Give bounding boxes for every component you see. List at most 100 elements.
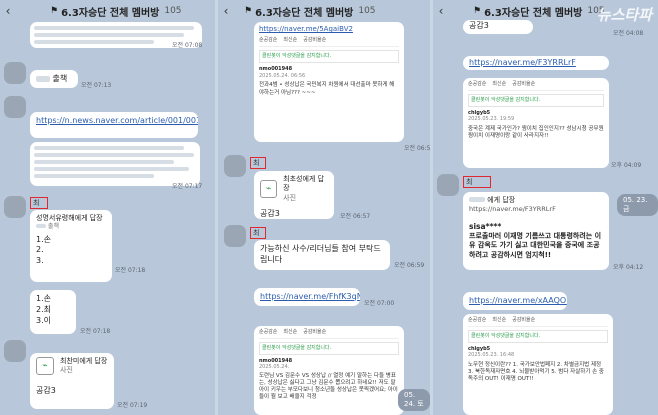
card-banner: 클린봇이 악성댓글을 감지합니다. — [468, 329, 608, 343]
message-time: 오전 06:59 — [394, 262, 425, 269]
message-bubble[interactable]: https://naver.me/F3YRRLrF — [463, 56, 609, 70]
back-icon[interactable]: ‹ — [433, 4, 449, 18]
reply-subtitle: 사진 — [283, 193, 297, 202]
message-bubble[interactable]: https://n.news.naver.com/article/001/001… — [30, 112, 198, 138]
photo-icon: ⌁ — [260, 180, 278, 199]
news-link[interactable]: https://n.news.naver.com/article/001/001… — [36, 116, 198, 125]
chat-panel-2: ‹ ⚑ 6.3자승단 전체 멤버방 105 https://naver.me/5… — [218, 0, 430, 415]
card-tab: 최신순 — [283, 329, 298, 335]
sender-name: 최 — [250, 157, 266, 169]
message-bubble[interactable]: 1.손 2.최 3.이 — [30, 290, 76, 334]
blurred-text — [34, 160, 174, 164]
message-text: 출책 — [52, 74, 68, 83]
message-time: 오전 07:13 — [81, 82, 112, 89]
shared-link-card[interactable]: 순공감순 최신순 공감비율순 클린봇이 악성댓글을 감지합니다. chlgyb5… — [463, 314, 613, 415]
comment-user: sisa**** — [469, 222, 502, 232]
message-line: 3.이 — [36, 315, 51, 325]
blurred-text — [36, 75, 50, 82]
back-icon[interactable]: ‹ — [218, 4, 234, 18]
card-tab: 공감비율순 — [303, 37, 327, 44]
blurred-text — [34, 146, 184, 150]
flag-icon: ⚑ — [50, 6, 59, 16]
reply-bubble[interactable]: 에게 답장 https://naver.me/F3YRRLrF sisa****… — [463, 192, 609, 270]
reply-bubble[interactable]: 성명서유령해에게 답장 출책 1.손 2. 3. — [30, 210, 112, 282]
avatar-icon — [224, 225, 246, 247]
card-tab: 순공감순 — [259, 329, 278, 335]
message-line: 2.최 — [36, 304, 51, 314]
avatar-icon — [224, 155, 246, 177]
card-tab: 순공감순 — [468, 81, 487, 87]
link[interactable]: https://naver.me/FhfK3qN3 — [260, 292, 360, 301]
link[interactable]: https://naver.me/xAAQO7J0 — [469, 296, 567, 305]
message-time: 오전 07:17 — [172, 183, 203, 190]
flag-icon: ⚑ — [473, 6, 482, 16]
message-line: 1.손 — [36, 294, 51, 303]
chat-title: 6.3자승단 전체 멤버방 — [61, 7, 160, 19]
sender-name: 최 — [250, 227, 266, 239]
message-time: 오전 06:56 — [404, 145, 430, 152]
message-bubble[interactable]: https://naver.me/FhfK3qN3 — [254, 288, 360, 306]
avatar-icon — [4, 196, 26, 218]
photo-icon: ⌁ — [36, 357, 54, 376]
comment-text: 도련님 VS 김문수 VS 성상납 // 열정 예기 말하는 다들 병표는, 성… — [259, 373, 398, 401]
message-bubble[interactable]: 공감3 — [463, 20, 533, 34]
link[interactable]: https://naver.me/F3YRRLrF — [469, 58, 576, 67]
card-tab: 공감비율순 — [303, 329, 327, 335]
comment-date: 2025.05.23. 16:48 — [468, 352, 515, 359]
back-icon[interactable]: ‹ — [0, 4, 16, 18]
comment-user: chlgyb5 — [468, 109, 491, 116]
chat-title: 6.3자승단 전체 멤버방 — [484, 7, 583, 19]
date-pill: 05. 24. 토 — [398, 389, 430, 411]
comment-date: 2025.05.24. — [259, 364, 290, 371]
card-tab: 최신순 — [492, 81, 507, 87]
blurred-text — [34, 174, 154, 178]
date-pill: 05. 23. 금 — [617, 194, 658, 216]
shared-link-card[interactable]: 순공감순 최신순 공감비율순 클린봇이 악성댓글을 감지합니다. chlgyb5… — [463, 78, 609, 168]
comment-user: nmo001948 — [259, 65, 293, 72]
message-time: 오전 07:18 — [115, 267, 146, 274]
reply-bubble[interactable]: ⌁ 최찬미에게 답장 사진 공감3 — [30, 353, 114, 409]
card-tab: 공감비율순 — [512, 81, 536, 87]
blurred-text — [34, 26, 194, 30]
reply-subtitle: 사진 — [60, 366, 73, 375]
reply-title: 에게 답장 — [487, 196, 516, 204]
blurred-text — [34, 33, 184, 37]
message-line: 3. — [36, 256, 44, 266]
message-text: 가능하신 사수/리더님들 참여 부탁드립니다 — [260, 244, 381, 264]
comment-user: chlgyb5 — [468, 345, 491, 352]
card-banner: 클린봇이 악성댓글을 감지합니다. — [259, 50, 399, 63]
message-text: 공감3 — [260, 209, 280, 219]
comment-user: nmo001948 — [259, 357, 293, 364]
message-bubble[interactable] — [30, 142, 200, 186]
message-time: 오후 04:09 — [611, 162, 642, 169]
shared-link-card[interactable]: https://naver.me/5AgaiBV2 순공감순 최신순 공감비율순… — [254, 22, 404, 142]
message-text: 공감3 — [36, 385, 56, 395]
blurred-text — [34, 40, 154, 44]
comment-text: 프로출마러 이재명 기름쓰고 대통령하려는 이유 감옥도 가기 싫고 대한민국을… — [469, 232, 602, 259]
card-tab: 최신순 — [283, 37, 298, 44]
card-banner: 클린봇이 악성댓글을 감지합니다. — [468, 93, 604, 107]
message-time: 오전 07:00 — [364, 300, 395, 307]
message-line: 2. — [36, 245, 44, 255]
comment-date: 2025.05.23. 19:59 — [468, 116, 515, 123]
reply-bubble[interactable]: ⌁ 최초성에게 답장 사진 공감3 — [254, 171, 334, 219]
member-count: 105 — [164, 6, 182, 16]
card-tab: 최신순 — [492, 317, 507, 323]
message-bubble[interactable]: 출책 — [30, 70, 78, 88]
chat-panel-1: ‹ ⚑ 6.3자승단 전체 멤버방 105 오전 07:08 출책 오전 07:… — [0, 0, 215, 415]
message-time: 오전 04:08 — [613, 30, 644, 37]
comment-text: 전과4범 • 성상납은 국민복지 차원에서 대선출마 못하게 해야하는거 아님?… — [259, 82, 395, 96]
link[interactable]: https://naver.me/5AgaiBV2 — [259, 25, 399, 34]
message-time: 오전 07:08 — [172, 42, 203, 49]
message-bubble[interactable]: https://naver.me/xAAQO7J0 — [463, 292, 567, 310]
avatar-icon — [4, 340, 26, 362]
watermark-logo: 뉴스타파 — [596, 6, 652, 24]
shared-link-card[interactable]: 순공감순 최신순 공감비율순 클린봇이 악성댓글을 감지합니다. nmo0019… — [254, 326, 404, 415]
comment-date: 2025.05.24. 06:56 — [259, 72, 306, 79]
chat-header: ‹ ⚑ 6.3자승단 전체 멤버방 105 — [0, 0, 215, 22]
comment-text: 중국은 계제 국가인가? 찡이치 집인인지?? 성남시청 공무원 찡이치 이재명… — [468, 126, 604, 140]
sender-name: 최 — [463, 176, 491, 188]
blurred-text — [36, 224, 46, 229]
message-bubble[interactable]: 가능하신 사수/리더님들 참여 부탁드립니다 — [254, 240, 390, 270]
blurred-text — [34, 167, 189, 171]
